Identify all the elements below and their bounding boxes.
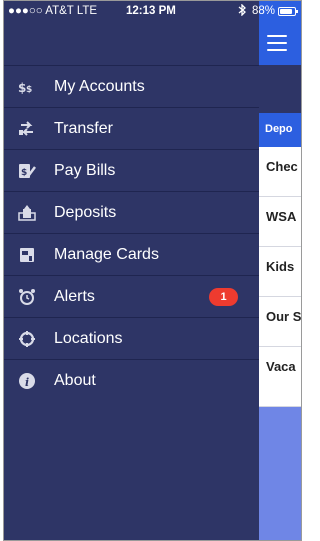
account-name: Kids: [266, 259, 295, 274]
dollar-sign-icon: $ $: [18, 78, 36, 96]
menu-item-label: Pay Bills: [54, 162, 116, 179]
hamburger-icon[interactable]: [267, 35, 287, 51]
carrier-label: ●●●○○ AT&T LTE: [8, 5, 98, 17]
deposit-icon: [18, 204, 36, 222]
account-row[interactable]: Our S: [259, 297, 302, 347]
main-screen: Depo Chec WSA Kids Our S Vaca: [259, 1, 302, 540]
status-bar: ●●●○○ AT&T LTE 12:13 PM 88%: [4, 1, 301, 23]
transfer-arrows-icon: [18, 120, 36, 138]
menu-item-label: Alerts: [54, 288, 95, 305]
svg-text:$: $: [21, 168, 27, 178]
menu-item-label: About: [54, 372, 96, 389]
menu-item-label: My Accounts: [54, 78, 145, 95]
tab-deposits[interactable]: Depo: [259, 113, 301, 147]
drawer-menu: $ $ My Accounts Transfer $ Pay Bills Dep…: [4, 65, 259, 402]
account-row[interactable]: Vaca: [259, 347, 301, 407]
card-icon: [18, 246, 36, 264]
account-row[interactable]: Chec: [259, 147, 301, 197]
account-name: Our S: [266, 309, 302, 324]
menu-item-locations[interactable]: Locations: [4, 318, 259, 360]
battery-icon: [278, 7, 298, 16]
bluetooth-icon: [238, 3, 246, 19]
pay-bills-icon: $: [18, 162, 36, 180]
account-row[interactable]: Kids: [259, 247, 301, 297]
battery-percent: 88%: [252, 5, 276, 17]
alarm-clock-icon: [18, 288, 36, 306]
menu-item-alerts[interactable]: Alerts 1: [4, 276, 259, 318]
clock: 12:13 PM: [126, 5, 176, 17]
alerts-count-badge: 1: [209, 288, 238, 306]
menu-item-pay-bills[interactable]: $ Pay Bills: [4, 150, 259, 192]
app-frame: Depo Chec WSA Kids Our S Vaca $ $ My Acco…: [3, 0, 302, 541]
svg-text:i: i: [25, 376, 29, 389]
menu-item-label: Deposits: [54, 204, 117, 221]
crosshair-icon: [18, 330, 36, 348]
account-name: Vaca: [266, 359, 296, 374]
svg-text:$: $: [26, 85, 32, 94]
main-subheader: [259, 65, 301, 113]
menu-item-my-accounts[interactable]: $ $ My Accounts: [4, 66, 259, 108]
menu-item-label: Locations: [54, 330, 123, 347]
account-row[interactable]: WSA: [259, 197, 301, 247]
side-drawer: $ $ My Accounts Transfer $ Pay Bills Dep…: [4, 1, 259, 540]
menu-item-label: Transfer: [54, 120, 113, 137]
menu-item-transfer[interactable]: Transfer: [4, 108, 259, 150]
menu-item-label: Manage Cards: [54, 246, 159, 263]
menu-item-deposits[interactable]: Deposits: [4, 192, 259, 234]
account-name: WSA: [266, 209, 297, 224]
account-name: Chec: [266, 159, 298, 174]
info-icon: i: [18, 372, 36, 390]
menu-item-about[interactable]: i About: [4, 360, 259, 402]
menu-item-manage-cards[interactable]: Manage Cards: [4, 234, 259, 276]
